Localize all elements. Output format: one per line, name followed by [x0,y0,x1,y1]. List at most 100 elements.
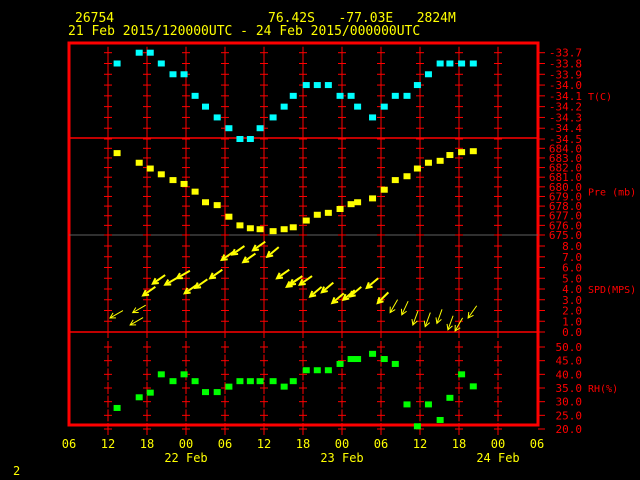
axis-title: T(C) [588,92,612,103]
axis-tick-label: 20.0 [556,423,583,436]
axis-title: RH(%) [588,384,618,395]
wind-arrow [131,304,146,314]
pressure-point [403,173,411,180]
pressure-point [256,226,264,233]
pressure-point [469,148,477,155]
axis-labels: -33.7-33.8-33.9-34.0-34.1-34.2-34.3-34.4… [62,47,636,465]
relative_humidity-point [236,378,244,385]
temperature-point [246,136,254,142]
relative_humidity-point [369,350,377,357]
time-period: 21 Feb 2015/120000UTC - 24 Feb 2015/0000… [68,24,420,39]
temperature-point [403,92,411,99]
temperature-point [313,82,321,89]
relative_humidity-point [146,389,154,396]
pressure-point [146,165,154,172]
relative_humidity-point [469,383,477,390]
wind-arrow [435,309,443,325]
pressure-point [191,188,199,195]
pressure-point [289,224,297,231]
temperature-point [413,82,421,89]
x-tick-label: 06 [374,437,388,451]
relative_humidity-point [458,371,466,378]
x-tick-label: 18 [296,437,310,451]
temperature-point [289,92,297,99]
axis-tick-label: 40.0 [556,368,583,381]
axis-tick-label: 0.0 [562,326,582,339]
relative_humidity-point [169,378,177,385]
meteogram: 26754 76.42S -77.03E 2824M 21 Feb 2015/1… [62,11,636,465]
x-tick-label: 06 [530,437,544,451]
relative_humidity-point [280,383,288,390]
wind-arrow [446,315,454,331]
pressure-point [269,228,277,235]
relative_humidity-point [213,389,221,396]
wind-arrow [389,299,399,314]
relative_humidity-point [436,416,444,423]
wind-arrow [109,310,124,319]
wind-arrow [467,305,478,319]
relative_humidity-point [424,401,432,408]
relative_humidity-point [336,360,344,367]
temperature-point [391,92,399,99]
temperature-point [113,60,121,67]
temperature-point [369,114,377,121]
pressure-point [202,199,209,206]
pressure-point [424,159,432,166]
x-tick-label: 06 [218,437,232,451]
temperature-point [436,60,444,67]
relative_humidity-point [246,378,254,385]
temperature-point [146,49,154,56]
x-date-label: 23 Feb [320,451,363,465]
relative_humidity-point [269,378,277,385]
wind-arrow [151,274,166,285]
relative_humidity-point [135,394,143,401]
relative_humidity-point [354,356,362,363]
pressure-point [180,180,188,187]
axis-tick-label: 25.0 [556,409,583,422]
wind-arrow [275,268,290,280]
pressure-point [246,225,254,232]
x-tick-label: 18 [140,437,154,451]
relative_humidity-point [413,423,421,430]
wind-arrow [241,252,257,264]
wind-arrow [411,310,419,326]
relative_humidity-point [347,356,355,363]
wind-arrow [400,300,409,316]
temperature-point [180,71,188,78]
wind-arrow [141,286,156,297]
x-date-label: 22 Feb [164,451,207,465]
relative_humidity-point [202,389,209,396]
temperature-point [347,92,355,99]
pressure-point [236,222,244,229]
x-date-label: 24 Feb [476,451,519,465]
grid [67,41,545,435]
x-tick-label: 12 [101,437,115,451]
temperature-point [225,125,233,132]
axis-tick-label: 30.0 [556,396,583,409]
temperature-point [354,103,362,110]
temperature-point [324,82,332,89]
wind-arrow [423,312,431,328]
axis-tick-label: 50.0 [556,341,583,354]
pressure-point [369,195,377,202]
relative_humidity-point [180,371,188,378]
axis-title: Pre (mb) [588,188,636,199]
pressure-point [347,201,355,208]
relative_humidity-point [191,378,199,385]
axis-title: SPD(MPS) [588,285,636,296]
relative_humidity-point [256,378,264,385]
relative_humidity-point [446,394,454,401]
relative_humidity-point [313,367,321,374]
pressure-point [169,177,177,184]
relative_humidity-point [324,367,332,374]
temperature-point [380,103,388,110]
axis-tick-label: 35.0 [556,382,583,395]
x-tick-label: 12 [413,437,427,451]
wind-arrow [348,286,362,298]
axis-tick-label: 45.0 [556,355,583,368]
pressure-point [313,211,321,218]
x-tick-label: 06 [62,437,76,451]
temperature-point [336,92,344,99]
temperature-point [280,103,288,110]
x-tick-label: 00 [335,437,349,451]
